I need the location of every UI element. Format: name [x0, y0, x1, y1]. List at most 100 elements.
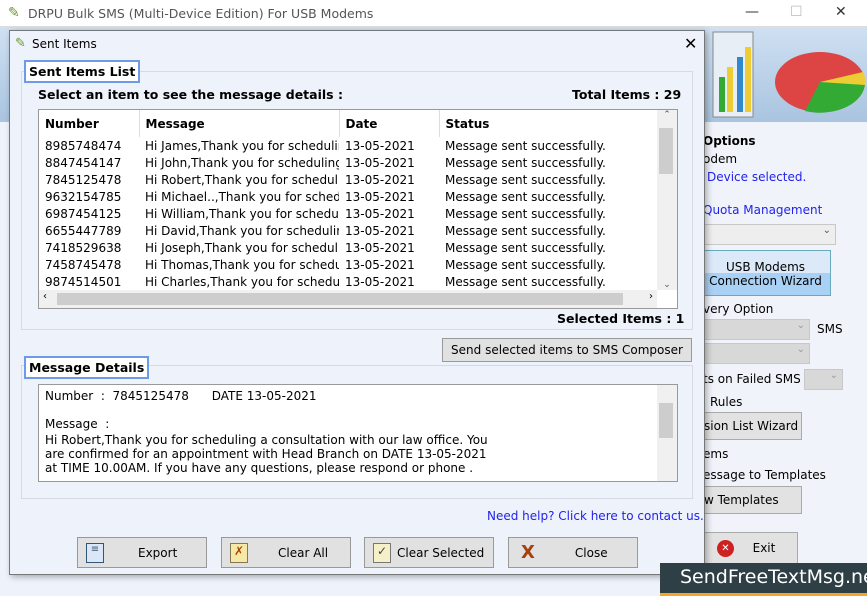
usb-modems-wizard-button[interactable]: USB Modems Connection Wizard: [700, 250, 831, 296]
column-header[interactable]: Message: [139, 110, 340, 137]
items-table: Number Message Date Status 8985748474 Hi Jam…: [39, 110, 658, 290]
table-cell: Hi Charles,Thank you for scheduli: [145, 274, 339, 289]
save-to-templates-label: essage to Templates: [703, 468, 826, 482]
items-label: ems: [703, 447, 729, 461]
modem-select[interactable]: ⌄: [700, 224, 836, 245]
help-link[interactable]: Need help? Click here to contact us.: [487, 509, 704, 523]
table-cell: 13-05-2021: [345, 240, 415, 255]
detail-message-label: Message :: [45, 417, 110, 431]
delivery-select[interactable]: ⌄: [700, 319, 810, 340]
table-cell: Hi John,Thank you for scheduling: [145, 155, 339, 170]
exit-label: Exit: [752, 541, 776, 555]
table-cell: Hi David,Thank you for scheduling: [145, 223, 339, 238]
export-label: Export: [138, 545, 178, 560]
dialog-title: Sent Items: [32, 37, 97, 51]
table-cell: Hi James,Thank you for scheduling: [145, 138, 339, 153]
details-scrollbar[interactable]: [657, 385, 677, 481]
table-cell: 9874514501: [45, 274, 122, 289]
exclusion-list-wizard-button[interactable]: sion List Wizard: [700, 412, 802, 440]
table-cell: 8847454147: [45, 155, 122, 170]
dialog-icon: ✎: [15, 36, 26, 51]
close-label: Close: [574, 545, 608, 560]
table-row[interactable]: 7458745478 Hi Thomas,Thank you for schedu…: [39, 256, 657, 273]
table-cell: 13-05-2021: [345, 189, 415, 204]
quota-management-link[interactable]: Quota Management: [703, 203, 822, 217]
table-cell: Hi Thomas,Thank you for schedulin: [145, 257, 339, 272]
table-cell: 13-05-2021: [345, 155, 415, 170]
table-cell: Message sent successfully.: [445, 223, 606, 238]
table-cell: 13-05-2021: [345, 274, 415, 289]
table-cell: 9632154785: [45, 189, 122, 204]
maximize-button[interactable]: ☐: [790, 4, 803, 20]
close-button[interactable]: X Close: [508, 537, 638, 568]
watermark: SendFreeTextMsg.net: [660, 563, 867, 596]
failed-sms-select[interactable]: ⌄: [804, 369, 843, 390]
view-templates-button[interactable]: w Templates: [700, 486, 802, 514]
table-row[interactable]: 9874514501 Hi Charles,Thank you for sched…: [39, 273, 657, 290]
table-cell: Message sent successfully.: [445, 172, 606, 187]
clear-all-label: Clear All: [278, 545, 329, 560]
sent-items-table[interactable]: Number Message Date Status 8985748474 Hi Jam…: [38, 109, 678, 309]
table-row[interactable]: 9632154785 Hi Michael..,Thank you for sch…: [39, 188, 657, 205]
exit-button[interactable]: ✕ Exit: [700, 532, 798, 564]
exit-icon: ✕: [717, 540, 734, 557]
table-cell: 13-05-2021: [345, 223, 415, 238]
table-cell: Hi Michael..,Thank you for schedul: [145, 189, 339, 204]
message-details-box[interactable]: Number : 7845125478 DATE 13-05-2021 Mess…: [38, 384, 678, 482]
app-close-button[interactable]: ✕: [835, 4, 847, 20]
export-button[interactable]: ≡ Export: [77, 537, 207, 568]
rules-label: Rules: [710, 395, 743, 409]
export-icon: ≡: [86, 542, 104, 563]
table-row[interactable]: 7845125478 Hi Robert,Thank you for schedu…: [39, 171, 657, 188]
clear-selected-button[interactable]: ✓ Clear Selected: [364, 537, 494, 568]
modem-label: odem: [703, 152, 738, 166]
clear-selected-icon: ✓: [373, 542, 391, 563]
app-icon: ✎: [8, 5, 20, 21]
details-scroll-thumb[interactable]: [659, 403, 673, 438]
horizontal-scrollbar[interactable]: ‹ ›: [39, 290, 657, 308]
app-title: DRPU Bulk SMS (Multi-Device Edition) For…: [28, 6, 374, 21]
table-cell: Message sent successfully.: [445, 257, 606, 272]
selected-items-label: Selected Items : 1: [557, 311, 685, 326]
dialog-close-button[interactable]: ✕: [684, 34, 697, 53]
sms-label: SMS: [817, 322, 843, 336]
message-details-legend: Message Details: [24, 356, 150, 379]
minimize-button[interactable]: —: [745, 4, 759, 20]
chart-logo-icon: [712, 31, 866, 118]
table-cell: 6987454125: [45, 206, 122, 221]
failed-sms-label: ts on Failed SMS: [703, 372, 801, 386]
table-cell: 7458745478: [45, 257, 122, 272]
table-row[interactable]: 8985748474 Hi James,Thank you for schedul…: [39, 137, 657, 154]
column-header[interactable]: Date: [339, 110, 440, 137]
column-header[interactable]: Status: [439, 110, 658, 137]
sent-items-list-legend: Sent Items List: [24, 60, 141, 83]
main-options-panel: Options odem Device selected. Quota Mana…: [700, 122, 867, 596]
table-cell: Message sent successfully.: [445, 189, 606, 204]
table-cell: 13-05-2021: [345, 206, 415, 221]
table-cell: Hi William,Thank you for schedulin: [145, 206, 339, 221]
table-row[interactable]: 6655447789 Hi David,Thank you for schedul…: [39, 222, 657, 239]
delivery-select-2[interactable]: ⌄: [700, 343, 810, 364]
table-cell: 7418529638: [45, 240, 122, 255]
table-row[interactable]: 7418529638 Hi Joseph,Thank you for schedu…: [39, 239, 657, 256]
table-cell: 13-05-2021: [345, 172, 415, 187]
table-cell: Hi Joseph,Thank you for schedulin: [145, 240, 339, 255]
delivery-option-label: very Option: [703, 302, 774, 316]
instruction-label: Select an item to see the message detail…: [38, 87, 343, 102]
table-cell: Message sent successfully.: [445, 138, 606, 153]
vscroll-thumb[interactable]: [659, 128, 673, 174]
hscroll-thumb[interactable]: [57, 293, 623, 305]
app-title-bar: ✎ DRPU Bulk SMS (Multi-Device Edition) F…: [0, 0, 867, 27]
clear-all-button[interactable]: ✗ Clear All: [221, 537, 351, 568]
table-row[interactable]: 6987454125 Hi William,Thank you for sched…: [39, 205, 657, 222]
table-cell: Message sent successfully.: [445, 240, 606, 255]
table-cell: 13-05-2021: [345, 257, 415, 272]
table-row[interactable]: 8847454147 Hi John,Thank you for scheduli…: [39, 154, 657, 171]
clear-selected-label: Clear Selected: [397, 545, 485, 560]
usb-wizard-line2: Connection Wizard: [709, 274, 822, 288]
column-header[interactable]: Number: [39, 110, 140, 137]
table-cell: Message sent successfully.: [445, 206, 606, 221]
vertical-scrollbar[interactable]: ⌃ ⌄: [657, 110, 677, 290]
device-selected-link[interactable]: Device selected.: [707, 170, 806, 184]
send-to-composer-button[interactable]: Send selected items to SMS Composer: [442, 338, 692, 362]
